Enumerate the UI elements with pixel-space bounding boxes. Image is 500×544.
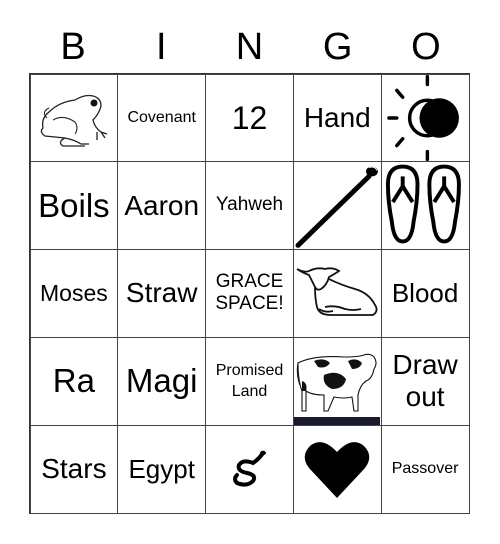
cell-passover[interactable]: Passover — [380, 424, 470, 514]
cell-label-line2: SPACE! — [215, 293, 284, 315]
cell-label-line2: out — [405, 381, 445, 413]
cell-label: Egypt — [128, 453, 195, 484]
cell-stars[interactable]: Stars — [29, 424, 119, 514]
cell-yahweh[interactable]: Yahweh — [205, 161, 294, 251]
cell-blood[interactable]: Blood — [380, 249, 470, 338]
heart-icon — [305, 442, 370, 499]
cell-label: Aaron — [124, 189, 200, 221]
cell-label: GRACE SPACE! — [215, 271, 283, 317]
cell-sandals[interactable] — [380, 161, 470, 251]
cow-icon — [294, 353, 381, 425]
cell-boils[interactable]: Boils — [29, 161, 119, 251]
cell-label: Boils — [38, 186, 110, 224]
cell-label: Hand — [303, 101, 371, 133]
lamb-icon — [296, 267, 378, 317]
cell-label: Stars — [41, 453, 107, 484]
cell-label: 12 — [231, 99, 268, 136]
cell-promised-land[interactable]: Promised Land — [205, 336, 294, 426]
cell-lamb[interactable] — [292, 249, 382, 338]
cell-label-line1: Draw — [392, 349, 458, 381]
cell-snake[interactable] — [205, 424, 294, 514]
cell-label: Covenant — [127, 109, 196, 127]
cell-label: Blood — [391, 277, 459, 308]
header-letter-b: B — [60, 26, 86, 68]
staff-icon — [295, 166, 378, 248]
cell-label: Draw out — [392, 349, 457, 413]
cell-egypt[interactable]: Egypt — [117, 424, 207, 514]
cell-moses[interactable]: Moses — [29, 249, 119, 338]
cell-label-line2: Land — [231, 383, 268, 401]
cell-label: Magi — [125, 362, 198, 400]
snake-icon — [233, 450, 267, 487]
header-letter-i: I — [156, 26, 167, 68]
sun-moon-icon — [386, 74, 459, 162]
cell-covenant[interactable]: Covenant — [117, 73, 207, 163]
cell-frog[interactable] — [29, 73, 119, 163]
cell-label: Yahweh — [215, 194, 284, 216]
cell-12[interactable]: 12 — [205, 73, 294, 163]
cell-heart[interactable] — [292, 424, 382, 514]
cell-label-line1: Promised — [215, 361, 284, 379]
header-letter-n: N — [235, 26, 264, 68]
frog-icon — [40, 94, 108, 147]
cell-label: Promised Land — [216, 360, 284, 403]
cell-staff[interactable] — [292, 161, 382, 251]
header-letter-g: G — [322, 26, 353, 68]
cell-sun-moon[interactable] — [380, 73, 470, 163]
cell-cow[interactable] — [292, 336, 382, 426]
cell-magi[interactable]: Magi — [117, 336, 207, 426]
cell-label: Ra — [52, 362, 95, 400]
header-letter-o: O — [411, 26, 441, 68]
bingo-card: Covenant 12 Hand Boils Aaron Yahweh Mose… — [29, 73, 470, 514]
cell-grace-space[interactable]: GRACE SPACE! — [205, 249, 294, 338]
cell-label: Moses — [40, 279, 108, 306]
cell-aaron[interactable]: Aaron — [117, 161, 207, 251]
cell-straw[interactable]: Straw — [117, 249, 207, 338]
bingo-header: B I N G O — [29, 22, 470, 72]
cell-ra[interactable]: Ra — [29, 336, 119, 426]
cell-label: Passover — [391, 460, 459, 478]
cell-draw-out[interactable]: Draw out — [380, 336, 470, 426]
cell-label: Straw — [125, 277, 198, 309]
cell-hand[interactable]: Hand — [292, 73, 382, 163]
sandals-icon — [385, 164, 461, 244]
cell-label-line1: GRACE — [215, 270, 284, 292]
